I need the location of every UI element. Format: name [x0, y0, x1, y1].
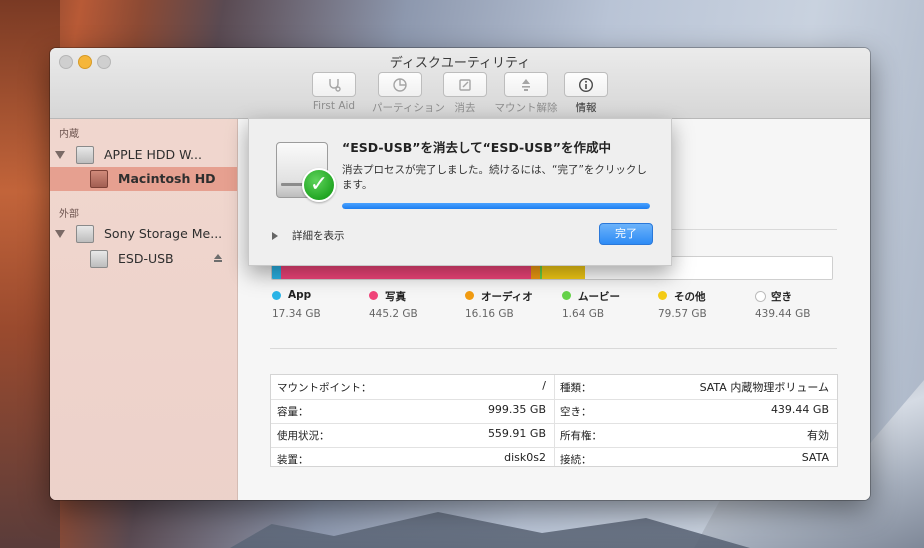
info-row: 使用状況： 559.91 GB [271, 423, 554, 448]
info-row: 装置： disk0s2 [271, 447, 554, 471]
legend-color-dot [465, 291, 474, 300]
internal-section-header: 内蔵 [59, 129, 79, 140]
legend-size: 445.2 GB [369, 308, 418, 320]
window-title: ディスクユーティリティ [389, 56, 531, 71]
legend-name: 写真 [385, 291, 406, 303]
show-details-disclosure-icon[interactable] [272, 232, 278, 240]
volume-icon [90, 250, 108, 268]
disclosure-triangle-icon[interactable] [55, 230, 65, 238]
progress-bar [342, 203, 650, 209]
erase-label: 消去 [454, 102, 476, 114]
info-row: 空き： 439.44 GB [554, 399, 837, 424]
legend-size: 16.16 GB [465, 308, 514, 320]
partition-button[interactable]: パーティション [372, 72, 445, 115]
legend-color-dot [272, 291, 281, 300]
show-details-label[interactable]: 詳細を表示 [292, 228, 345, 243]
checkmark-icon: ✓ [302, 168, 336, 202]
info-value: SATA 内蔵物理ボリューム [699, 381, 829, 394]
info-key: 接続： [560, 454, 592, 466]
disk-utility-window: ディスクユーティリティ First Aid パーティション 消去 マウント解除 … [50, 48, 870, 500]
legend-size: 439.44 GB [755, 308, 811, 320]
info-key: 所有権： [560, 430, 602, 442]
sidebar-item-label: Sony Storage Me... [104, 226, 223, 241]
legend-color-dot [562, 291, 571, 300]
info-column-right: 種類： SATA 内蔵物理ボリューム 空き： 439.44 GB 所有権： 有効 接続… [554, 375, 837, 466]
erase-icon [459, 78, 471, 91]
sidebar-item-apple-hdd[interactable]: APPLE HDD W... [50, 143, 237, 167]
done-button[interactable]: 完了 [599, 223, 653, 245]
divider [270, 348, 837, 349]
sidebar-item-sony-storage[interactable]: Sony Storage Me... [50, 222, 237, 246]
legend-name: 空き [771, 291, 792, 303]
info-label: 情報 [575, 102, 597, 114]
sheet-message: 消去プロセスが完了しました。続けるには、“完了”をクリックします。 [342, 164, 647, 191]
volume-info-table: マウントポイント： / 容量： 999.35 GB 使用状況： 559.91 GB 装… [270, 374, 838, 467]
info-value: disk0s2 [504, 451, 546, 464]
unmount-button[interactable]: マウント解除 [491, 72, 561, 115]
volume-icon [90, 170, 108, 188]
external-section-header: 外部 [59, 209, 79, 220]
legend-size: 79.57 GB [658, 308, 707, 320]
hard-disk-icon [76, 146, 94, 164]
sidebar-item-esd-usb[interactable]: ESD-USB [50, 247, 237, 271]
info-row: 接続： SATA [554, 447, 837, 471]
usb-drive-icon: ✓ [276, 142, 336, 202]
info-column-left: マウントポイント： / 容量： 999.35 GB 使用状況： 559.91 GB 装… [271, 375, 555, 466]
info-value: 439.44 GB [770, 403, 829, 416]
info-row: 容量： 999.35 GB [271, 399, 554, 424]
eject-icon[interactable] [214, 254, 222, 262]
partition-label: パーティション [372, 102, 445, 114]
disclosure-triangle-icon[interactable] [55, 151, 65, 159]
legend-name: オーディオ [481, 291, 533, 303]
legend-color-dot [369, 291, 378, 300]
info-value: 有効 [807, 429, 829, 442]
info-key: 使用状況： [277, 430, 330, 442]
titlebar: ディスクユーティリティ First Aid パーティション 消去 マウント解除 … [50, 48, 870, 119]
legend-color-dot [658, 291, 667, 300]
sidebar-item-label: APPLE HDD W... [104, 147, 202, 162]
legend-name: App [288, 289, 312, 301]
info-key: マウントポイント： [277, 382, 372, 394]
sheet-title: “ESD-USB”を消去して“ESD-USB”を作成中 [342, 140, 612, 155]
info-icon [578, 77, 594, 92]
stethoscope-icon [329, 78, 341, 92]
legend-name: ムービー [578, 291, 620, 303]
unmount-icon [522, 78, 530, 91]
info-key: 種類： [560, 382, 592, 394]
sidebar: 内蔵 APPLE HDD W... Macintosh HD 外部 Sony S… [50, 119, 238, 500]
info-key: 容量： [277, 406, 309, 418]
erase-button[interactable]: 消去 [443, 72, 487, 115]
sidebar-item-macintosh-hd[interactable]: Macintosh HD [50, 167, 237, 191]
info-value: SATA [801, 451, 829, 464]
first-aid-button[interactable]: First Aid [312, 72, 356, 112]
pie-partition-icon [393, 77, 407, 92]
external-disk-icon [76, 225, 94, 243]
info-key: 装置： [277, 454, 309, 466]
sidebar-item-label: Macintosh HD [118, 171, 216, 186]
sidebar-item-label: ESD-USB [118, 251, 174, 266]
legend-size: 17.34 GB [272, 308, 321, 320]
info-key: 空き： [560, 406, 592, 418]
legend-name: その他 [674, 291, 706, 303]
first-aid-label: First Aid [312, 100, 356, 112]
info-button[interactable]: 情報 [564, 72, 608, 115]
info-value: 999.35 GB [487, 403, 546, 416]
unmount-label: マウント解除 [494, 102, 558, 114]
legend-color-dot [755, 291, 766, 302]
info-row: 所有権： 有効 [554, 423, 837, 448]
info-value: / [542, 379, 546, 392]
progress-fill [342, 203, 650, 209]
info-row: 種類： SATA 内蔵物理ボリューム [554, 375, 837, 400]
erase-progress-sheet: ✓ “ESD-USB”を消去して“ESD-USB”を作成中 消去プロセスが完了し… [248, 118, 672, 266]
info-value: 559.91 GB [487, 427, 546, 440]
legend-size: 1.64 GB [562, 308, 605, 320]
info-row: マウントポイント： / [271, 375, 554, 400]
